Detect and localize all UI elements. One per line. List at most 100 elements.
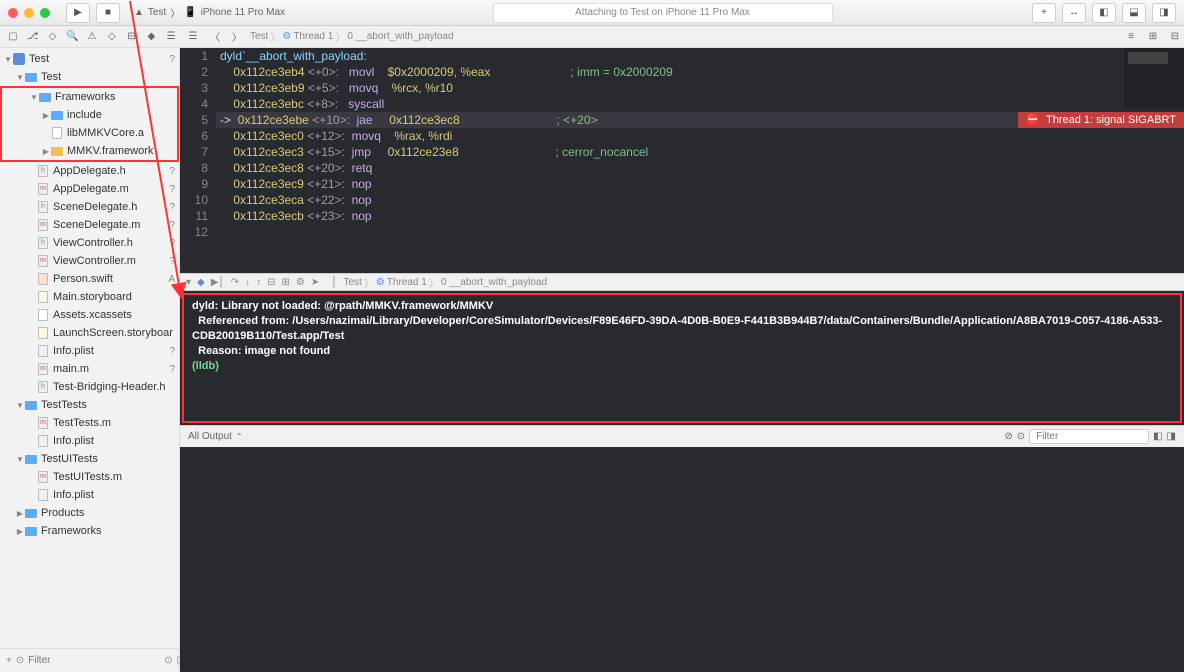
step-out-icon[interactable]: ↑ [256, 277, 261, 288]
debug-view-icon[interactable]: ⊟ [267, 277, 275, 288]
tree-item[interactable]: ▼Frameworks [2, 88, 177, 106]
file-tree[interactable]: ▼Test?▼Test▼Frameworks▶includelibMMKVCor… [0, 48, 179, 648]
tree-item[interactable]: hSceneDelegate.h? [0, 198, 179, 216]
step-over-icon[interactable]: ↷ [231, 277, 239, 288]
tree-item[interactable]: ▼Test [0, 68, 179, 86]
tree-item[interactable]: hTest-Bridging-Header.h [0, 378, 179, 396]
chevron-icon: ⌃ [236, 432, 243, 441]
debug-console[interactable]: dyld: Library not loaded: @rpath/MMKV.fr… [182, 293, 1182, 423]
console-footer: All Output ⌃ ⊘ ⊙ ◧ ◨ [180, 425, 1184, 447]
add-editor-icon[interactable]: ⊟ [1166, 29, 1184, 45]
debug-navigator-icon[interactable]: ⊟ [123, 29, 141, 45]
related-items-icon[interactable]: ☰ [184, 29, 202, 45]
console-panel-left-icon[interactable]: ◧ [1153, 431, 1162, 442]
debug-jump-bar[interactable]: Test 〉 ⚙ Thread 1 〉 0 __abort_with_paylo… [343, 275, 1178, 290]
tree-item[interactable]: ▶Frameworks [0, 522, 179, 540]
editor-options-icon[interactable]: ≡ [1122, 29, 1140, 45]
navigator-filter-bar: + ⊙ ⊙ ◫ [0, 648, 179, 672]
location-icon[interactable]: ➤ [311, 277, 319, 288]
left-panel-toggle[interactable]: ◧ [1092, 3, 1116, 23]
tree-item[interactable]: ▼TestTests [0, 396, 179, 414]
tree-item[interactable]: Person.swiftA [0, 270, 179, 288]
tree-item[interactable]: ▶include [2, 106, 177, 124]
output-selector[interactable]: All Output [188, 431, 232, 442]
breakpoints-toggle-icon[interactable]: ◆ [197, 277, 205, 288]
code-review-button[interactable]: ↔ [1062, 3, 1086, 23]
add-button[interactable]: + [1032, 3, 1056, 23]
scheme-device-label: iPhone 11 Pro Max [201, 7, 285, 18]
console-output-line: Referenced from: /Users/nazimai/Library/… [192, 314, 1172, 344]
clear-console-icon[interactable]: ⊘ [1004, 431, 1012, 442]
issue-navigator-icon[interactable]: ⚠ [83, 29, 101, 45]
continue-icon[interactable]: ▶│ [211, 277, 225, 288]
tree-item[interactable]: ▶Products [0, 504, 179, 522]
lldb-prompt[interactable]: (lldb) [192, 359, 1172, 374]
console-filter-input[interactable] [1029, 429, 1149, 444]
jump-bar[interactable]: Test 〉 ⚙ Thread 1 〉 0 __abort_with_paylo… [250, 29, 454, 44]
memory-graph-icon[interactable]: ⊞ [281, 277, 289, 288]
filter-icon: ⊙ [1017, 431, 1025, 442]
stop-button[interactable]: ■ [96, 3, 120, 23]
line-gutter: 123456789101112 [180, 48, 216, 273]
hide-debug-icon[interactable]: ▾ [186, 277, 191, 288]
test-navigator-icon[interactable]: ◇ [103, 29, 121, 45]
tree-item[interactable]: Info.plist [0, 432, 179, 450]
editor-area: 123456789101112 dyld`__abort_with_payloa… [180, 48, 1184, 672]
project-root[interactable]: Test [29, 53, 167, 65]
step-into-icon[interactable]: ↓ [245, 277, 250, 288]
tree-item[interactable]: mAppDelegate.m? [0, 180, 179, 198]
filter-icon[interactable]: ⊙ [16, 655, 24, 667]
environment-icon[interactable]: ⚙ [296, 277, 305, 288]
back-button-icon[interactable]: 〈 [206, 29, 224, 45]
breakpoint-navigator-icon[interactable]: ◆ [142, 29, 160, 45]
breadcrumb-item[interactable]: 0 __abort_with_payload [347, 31, 453, 42]
disassembly-view[interactable]: 123456789101112 dyld`__abort_with_payloa… [180, 48, 1184, 273]
scheme-sep: 〉 [170, 5, 180, 20]
debug-breadcrumb-item[interactable]: Test [343, 277, 361, 288]
tree-item[interactable]: Info.plist? [0, 342, 179, 360]
recent-filter-icon[interactable]: ⊙ [164, 655, 172, 667]
tree-item[interactable]: mTestUITests.m [0, 468, 179, 486]
adjust-editor-icon[interactable]: ⊞ [1144, 29, 1162, 45]
project-navigator-icon[interactable]: ▢ [4, 29, 22, 45]
window-toolbar: ▶ ■ ▲ Test 〉 📱 iPhone 11 Pro Max Attachi… [0, 0, 1184, 26]
report-navigator-icon[interactable]: ☰ [162, 29, 180, 45]
source-control-navigator-icon[interactable]: ⎇ [24, 29, 42, 45]
tree-item[interactable]: Info.plist [0, 486, 179, 504]
tree-item[interactable]: mSceneDelegate.m? [0, 216, 179, 234]
navigator-filter-input[interactable] [28, 655, 160, 666]
minimize-window-button[interactable] [24, 8, 34, 18]
add-file-icon[interactable]: + [6, 655, 12, 667]
debug-bar: ▾ ◆ ▶│ ↷ ↓ ↑ ⊟ ⊞ ⚙ ➤ │ Test 〉 ⚙ Thread 1… [180, 273, 1184, 291]
bottom-panel-toggle[interactable]: ⬓ [1122, 3, 1146, 23]
scheme-app-icon: ▲ [134, 7, 144, 18]
tree-item[interactable]: hAppDelegate.h? [0, 162, 179, 180]
tree-item[interactable]: Main.storyboard [0, 288, 179, 306]
find-navigator-icon[interactable]: 🔍 [63, 29, 81, 45]
window-controls [8, 8, 50, 18]
debug-breadcrumb-item[interactable]: Thread 1 [387, 277, 427, 288]
console-output-line: Reason: image not found [192, 344, 1172, 359]
breadcrumb-item[interactable]: Test [250, 31, 268, 42]
tree-item[interactable]: mViewController.m? [0, 252, 179, 270]
symbol-navigator-icon[interactable]: ◇ [44, 29, 62, 45]
zoom-window-button[interactable] [40, 8, 50, 18]
minimap[interactable] [1124, 48, 1184, 108]
console-panel-right-icon[interactable]: ◨ [1167, 431, 1176, 442]
tree-item[interactable]: ▶MMKV.framework [2, 142, 177, 160]
tree-item[interactable]: ▼TestUITests [0, 450, 179, 468]
tree-item[interactable]: hViewController.h? [0, 234, 179, 252]
right-panel-toggle[interactable]: ◨ [1152, 3, 1176, 23]
tree-item[interactable]: Assets.xcassets [0, 306, 179, 324]
close-window-button[interactable] [8, 8, 18, 18]
run-button[interactable]: ▶ [66, 3, 90, 23]
tree-item[interactable]: libMMKVCore.a [2, 124, 177, 142]
forward-button-icon[interactable]: 〉 [228, 29, 246, 45]
scheme-selector[interactable]: ▲ Test 〉 📱 iPhone 11 Pro Max [126, 4, 293, 22]
debug-breadcrumb-item[interactable]: 0 __abort_with_payload [441, 277, 547, 288]
breadcrumb-item[interactable]: Thread 1 [293, 31, 333, 42]
tree-item[interactable]: mmain.m? [0, 360, 179, 378]
tree-item[interactable]: LaunchScreen.storyboard [0, 324, 179, 342]
tree-item[interactable]: mTestTests.m [0, 414, 179, 432]
thread-error-badge: ⛔Thread 1: signal SIGABRT [1018, 112, 1184, 128]
